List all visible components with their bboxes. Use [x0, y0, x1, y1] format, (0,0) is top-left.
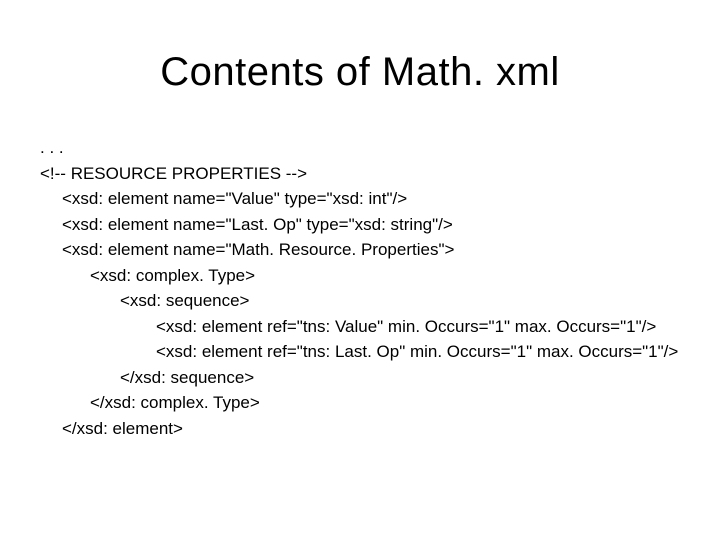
- code-line: </xsd: complex. Type>: [90, 390, 680, 416]
- code-line: <!-- RESOURCE PROPERTIES -->: [40, 161, 680, 187]
- code-line: <xsd: element name="Last. Op" type="xsd:…: [62, 212, 680, 238]
- code-line: </xsd: element>: [62, 416, 680, 442]
- code-line: <xsd: element ref="tns: Last. Op" min. O…: [156, 339, 680, 365]
- slide-title: Contents of Math. xml: [40, 50, 680, 95]
- code-line: . . .: [40, 135, 680, 161]
- code-line: <xsd: element ref="tns: Value" min. Occu…: [156, 314, 680, 340]
- code-line: <xsd: sequence>: [120, 288, 680, 314]
- code-line: <xsd: complex. Type>: [90, 263, 680, 289]
- code-line: </xsd: sequence>: [120, 365, 680, 391]
- code-line: <xsd: element name="Math. Resource. Prop…: [62, 237, 680, 263]
- code-line: <xsd: element name="Value" type="xsd: in…: [62, 186, 680, 212]
- slide: Contents of Math. xml . . .<!-- RESOURCE…: [0, 0, 720, 540]
- code-block: . . .<!-- RESOURCE PROPERTIES --><xsd: e…: [40, 135, 680, 441]
